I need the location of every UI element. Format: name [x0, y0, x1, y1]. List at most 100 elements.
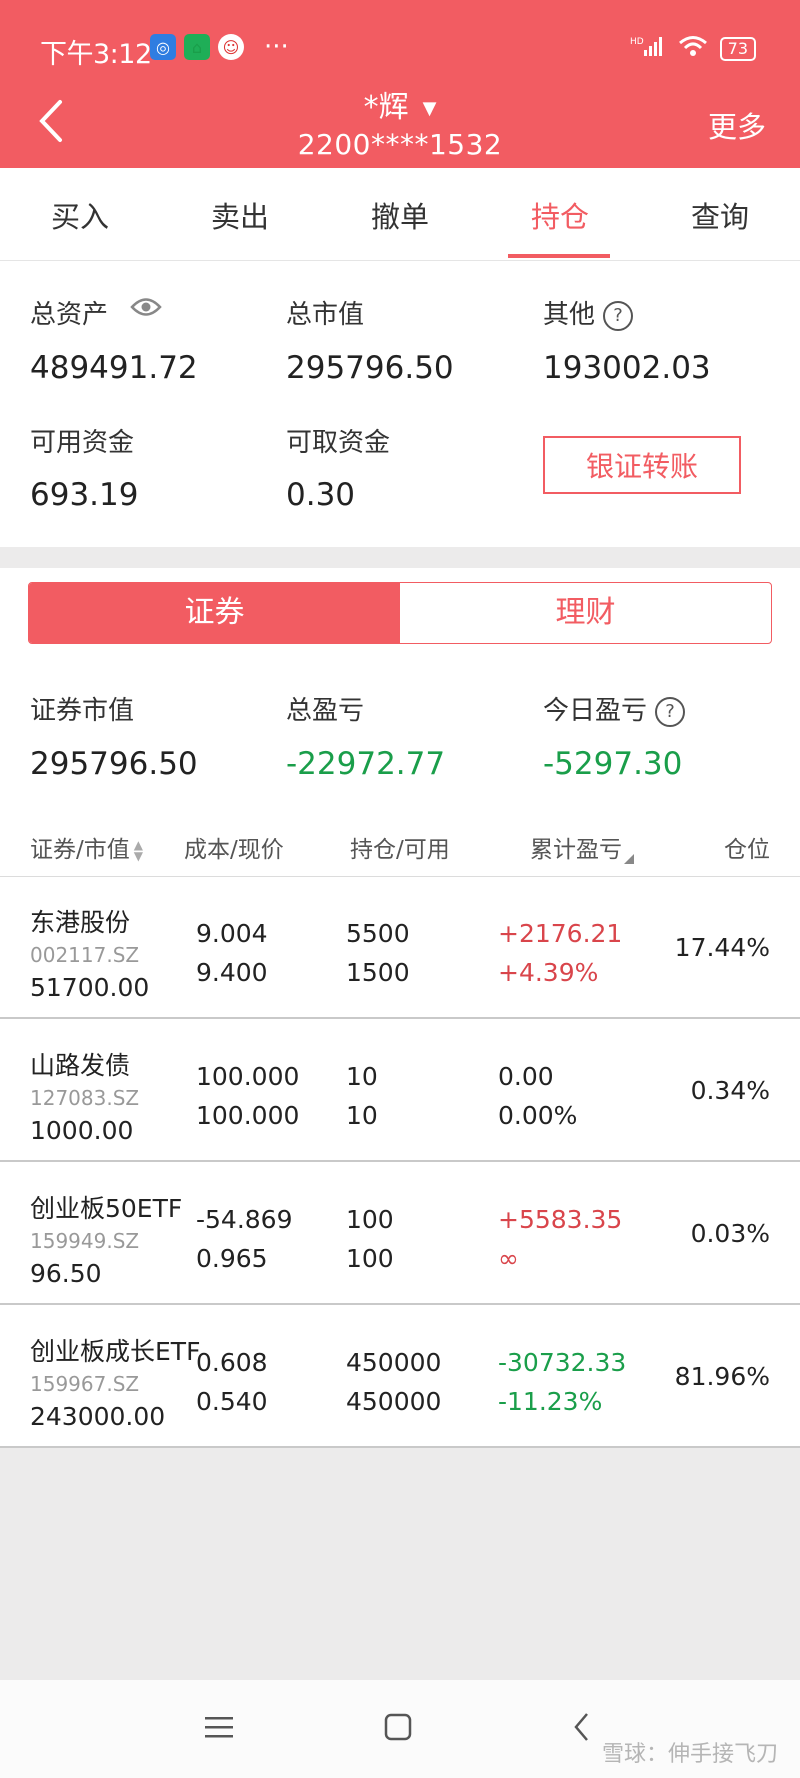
tab-holdings[interactable]: 持仓 [480, 194, 640, 236]
position-qty: 450000 [346, 1348, 442, 1377]
table-row[interactable]: 创业板成长ETF 159967.SZ 243000.00 0.608 0.540… [0, 1306, 800, 1448]
profit-loss: 0.00 [498, 1062, 554, 1091]
position-weight: 0.03% [690, 1219, 770, 1248]
col-pl[interactable]: 累计盈亏 [530, 830, 634, 864]
account-selector[interactable]: *辉 ▼ [0, 82, 800, 126]
security-code: 159967.SZ [30, 1372, 140, 1396]
tab-cancel[interactable]: 撤单 [320, 194, 480, 236]
profit-loss: -30732.33 [498, 1348, 627, 1377]
security-market-value: 51700.00 [30, 973, 150, 1002]
available-qty: 10 [346, 1101, 378, 1130]
table-row[interactable]: 创业板50ETF 159949.SZ 96.50 -54.869 0.965 1… [0, 1163, 800, 1305]
table-row[interactable]: 东港股份 002117.SZ 51700.00 9.004 9.400 5500… [0, 877, 800, 1019]
market-value-label: 总市值 [286, 300, 365, 330]
available-qty: 1500 [346, 958, 410, 987]
notification-icons: ◎ ⌂ ☺ ··· [150, 34, 289, 60]
position-qty: 5500 [346, 919, 410, 948]
security-market-value: 243000.00 [30, 1402, 166, 1431]
row-divider [0, 1160, 800, 1162]
security-market-value: 96.50 [30, 1259, 102, 1288]
today-pl-value: -5297.30 [543, 746, 683, 782]
dropdown-caret-icon: ▼ [422, 98, 437, 119]
col-security[interactable]: 证券/市值 ▲ ▼ [30, 830, 143, 864]
row-divider [0, 1017, 800, 1019]
current-price: 0.540 [196, 1387, 268, 1416]
total-pl-label: 总盈亏 [286, 696, 365, 726]
cost-price: -54.869 [196, 1205, 293, 1234]
withdrawable-funds-value: 0.30 [286, 477, 356, 513]
tab-sell[interactable]: 卖出 [160, 194, 320, 236]
market-value-value: 295796.50 [286, 350, 454, 386]
today-pl-label: 今日盈亏? [543, 690, 686, 727]
profit-loss: +5583.35 [498, 1205, 623, 1234]
app-notification-icon: ◎ [150, 34, 176, 60]
current-price: 0.965 [196, 1244, 268, 1273]
account-name: *辉 [363, 90, 409, 125]
help-icon[interactable]: ? [655, 696, 686, 727]
account-number: 2200****1532 [297, 128, 503, 161]
total-pl-value: -22972.77 [286, 746, 446, 782]
withdrawable-funds-label: 可取资金 [286, 428, 391, 458]
available-qty: 100 [346, 1244, 394, 1273]
tab-buy[interactable]: 买入 [0, 194, 160, 236]
profit-loss-pct: 0.00% [498, 1101, 578, 1130]
active-tab-indicator [508, 254, 610, 258]
home-icon[interactable] [384, 1712, 414, 1746]
home-app-icon: ⌂ [184, 34, 210, 60]
more-notifications-icon: ··· [264, 32, 289, 62]
help-icon[interactable]: ? [603, 300, 634, 331]
position-weight: 17.44% [674, 933, 770, 962]
total-assets-value: 489491.72 [30, 350, 198, 386]
position-weight: 81.96% [674, 1362, 770, 1391]
menu-icon[interactable] [204, 1712, 234, 1746]
securities-value-label: 证券市值 [30, 696, 135, 726]
col-weight[interactable]: 仓位 [724, 830, 770, 864]
security-name: 创业板成长ETF [30, 1337, 201, 1366]
asset-type-switch: 证券 理财 [28, 582, 772, 644]
total-assets-label: 总资产 [30, 300, 109, 330]
back-nav-icon[interactable] [570, 1712, 594, 1746]
svg-text:HD: HD [630, 37, 644, 47]
signal-icon: HD [630, 34, 666, 63]
available-qty: 450000 [346, 1387, 442, 1416]
eye-icon[interactable] [130, 296, 162, 322]
row-divider [0, 1303, 800, 1305]
tab-query[interactable]: 查询 [640, 194, 800, 236]
table-row[interactable]: 山路发债 127083.SZ 1000.00 100.000 100.000 1… [0, 1020, 800, 1162]
cost-price: 9.004 [196, 919, 268, 948]
current-price: 100.000 [196, 1101, 300, 1130]
bank-transfer-button[interactable]: 银证转账 [543, 436, 741, 494]
battery-icon: 73 [719, 36, 756, 61]
cost-price: 100.000 [196, 1062, 300, 1091]
security-code: 127083.SZ [30, 1086, 140, 1110]
sort-icon: ▲ ▼ [133, 837, 143, 863]
security-market-value: 1000.00 [30, 1116, 134, 1145]
app-header: 下午3:12 ◎ ⌂ ☺ ··· HD 73 *辉 ▼ 2200****1532… [0, 0, 800, 168]
mascot-app-icon: ☺ [218, 34, 244, 60]
securities-value: 295796.50 [30, 746, 198, 782]
security-code: 159949.SZ [30, 1229, 140, 1253]
profit-loss-pct: ∞ [498, 1244, 519, 1273]
wealth-tab[interactable]: 理财 [400, 583, 771, 643]
position-qty: 100 [346, 1205, 394, 1234]
system-status: HD 73 [630, 34, 756, 63]
row-divider [0, 1446, 800, 1448]
security-code: 002117.SZ [30, 943, 140, 967]
current-price: 9.400 [196, 958, 268, 987]
more-button[interactable]: 更多 [708, 104, 766, 146]
other-value: 193002.03 [543, 350, 711, 386]
col-position[interactable]: 持仓/可用 [350, 830, 450, 864]
available-funds-label: 可用资金 [30, 428, 135, 458]
position-qty: 10 [346, 1062, 378, 1091]
profit-loss-pct: -11.23% [498, 1387, 603, 1416]
profit-loss: +2176.21 [498, 919, 623, 948]
securities-tab[interactable]: 证券 [29, 583, 400, 643]
security-name: 山路发债 [30, 1051, 131, 1080]
other-label: 其他? [543, 294, 634, 331]
profit-loss-pct: +4.39% [498, 958, 599, 987]
col-cost[interactable]: 成本/现价 [184, 830, 284, 864]
sort-desc-icon [624, 854, 634, 864]
wifi-icon [678, 34, 708, 63]
security-name: 创业板50ETF [30, 1194, 183, 1223]
security-name: 东港股份 [30, 908, 131, 937]
